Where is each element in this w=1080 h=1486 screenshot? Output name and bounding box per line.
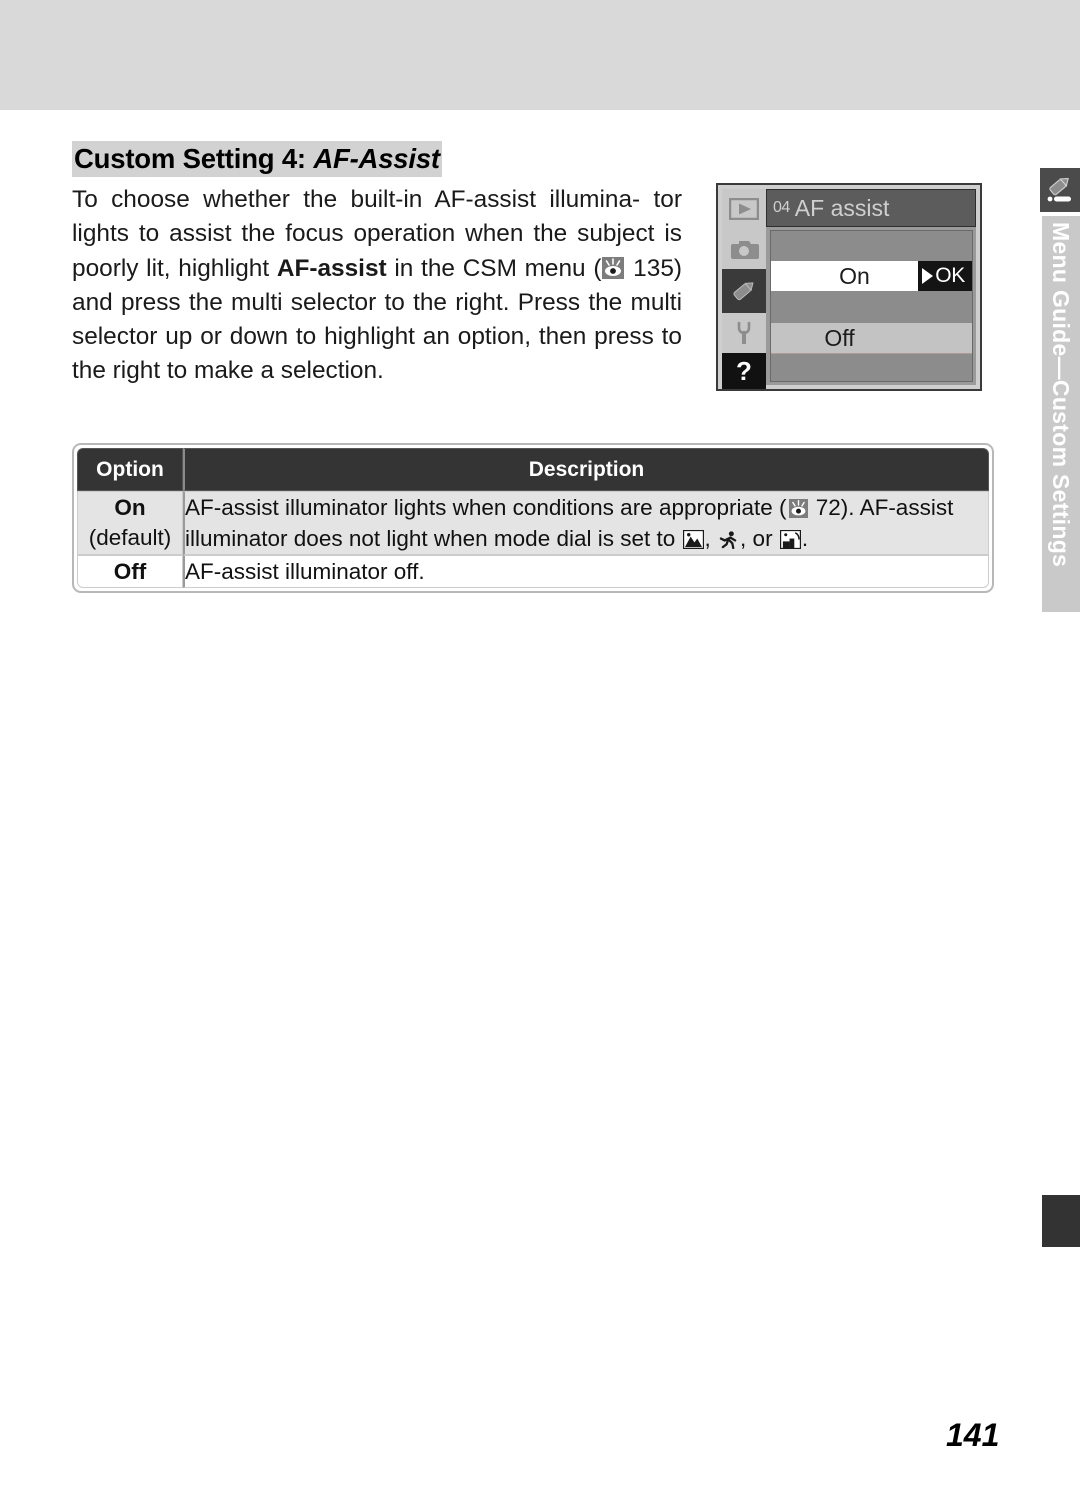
option-name-on: On <box>114 495 146 520</box>
lcd-ok-label: OK <box>935 264 965 287</box>
lcd-ok-badge[interactable]: OK <box>918 261 972 291</box>
setup-wrench-icon[interactable] <box>722 313 766 353</box>
lcd-setting-number: 04 <box>773 199 790 216</box>
custom-settings-pencil-icon[interactable] <box>722 269 766 313</box>
page-title: Custom Setting 4: AF-Assist <box>72 141 442 177</box>
lcd-menu-rail: ? <box>722 189 766 389</box>
option-cell-off: Off <box>77 555 183 588</box>
page-header-band <box>0 0 1080 112</box>
lcd-setting-name: AF assist <box>794 194 890 221</box>
playback-icon[interactable] <box>722 189 766 229</box>
sports-mode-icon <box>718 530 739 549</box>
option-cell-on: On (default) <box>77 491 183 555</box>
camera-lcd-illustration: ? 04 AF assist On OK Off <box>716 183 982 391</box>
lcd-title-bar: 04 AF assist <box>766 189 976 227</box>
page-title-italic: AF-Assist <box>313 143 440 174</box>
options-table: Option Description On (default) AF-assis… <box>72 443 994 593</box>
page-number: 141 <box>946 1417 1000 1453</box>
body-text: To choose whether the built-in AF-assist… <box>72 183 682 389</box>
lcd-option-list: On OK Off <box>770 230 973 382</box>
column-header-option: Option <box>77 448 183 491</box>
body-line-7: make a selection. <box>194 357 384 385</box>
description-cell-off: AF-assist illuminator off. <box>183 555 989 588</box>
table-row: Off AF-assist illuminator off. <box>77 555 989 588</box>
body-line-4a: CSM menu ( <box>462 254 602 282</box>
description-on-part-c: , <box>704 526 718 551</box>
page-title-plain: Custom Setting 4: <box>74 143 314 174</box>
table-row: On (default) AF-assist illuminator light… <box>77 491 989 555</box>
svg-text:?: ? <box>736 357 752 385</box>
table-header-row: Option Description <box>77 448 989 491</box>
description-cell-on: AF-assist illuminator lights when condit… <box>183 491 989 555</box>
shooting-menu-camera-icon[interactable] <box>722 229 766 269</box>
description-on-part-d: , or <box>740 526 779 551</box>
description-on-part-e: . <box>801 526 809 551</box>
lcd-content-area: 04 AF assist On OK Off <box>766 189 976 385</box>
help-question-icon[interactable]: ? <box>722 353 766 389</box>
description-on-part-a: AF-assist illuminator lights when condit… <box>185 495 787 520</box>
custom-settings-pencil-icon <box>1040 168 1080 212</box>
see-page-eye-icon <box>602 256 625 279</box>
body-line-3b: in the <box>386 254 455 282</box>
night-landscape-mode-icon <box>779 530 801 549</box>
right-arrow-icon <box>922 268 934 284</box>
af-assist-bold-term: AF-assist <box>276 254 387 282</box>
column-header-description: Description <box>183 448 989 491</box>
page-edge-marker <box>1042 1195 1080 1247</box>
see-page-eye-icon <box>788 499 809 518</box>
body-paragraph: To choose whether the built-in AF-assist… <box>72 183 682 389</box>
section-tab-label: Menu Guide—Custom Settings <box>1048 222 1075 568</box>
body-line-1: To choose whether the built-in AF-assist… <box>72 186 641 213</box>
section-tab: Menu Guide—Custom Settings <box>1042 216 1080 612</box>
option-name-off: Off <box>113 558 147 584</box>
landscape-mode-icon <box>682 530 704 549</box>
option-default-note: (default) <box>88 525 172 550</box>
lcd-screen: ? 04 AF assist On OK Off <box>722 189 976 389</box>
lcd-option-off-label: Off <box>824 324 855 351</box>
lcd-option-off[interactable]: Off <box>771 323 972 354</box>
description-off-text: AF-assist illuminator off. <box>185 559 425 584</box>
lcd-option-on[interactable]: On OK <box>771 261 972 291</box>
